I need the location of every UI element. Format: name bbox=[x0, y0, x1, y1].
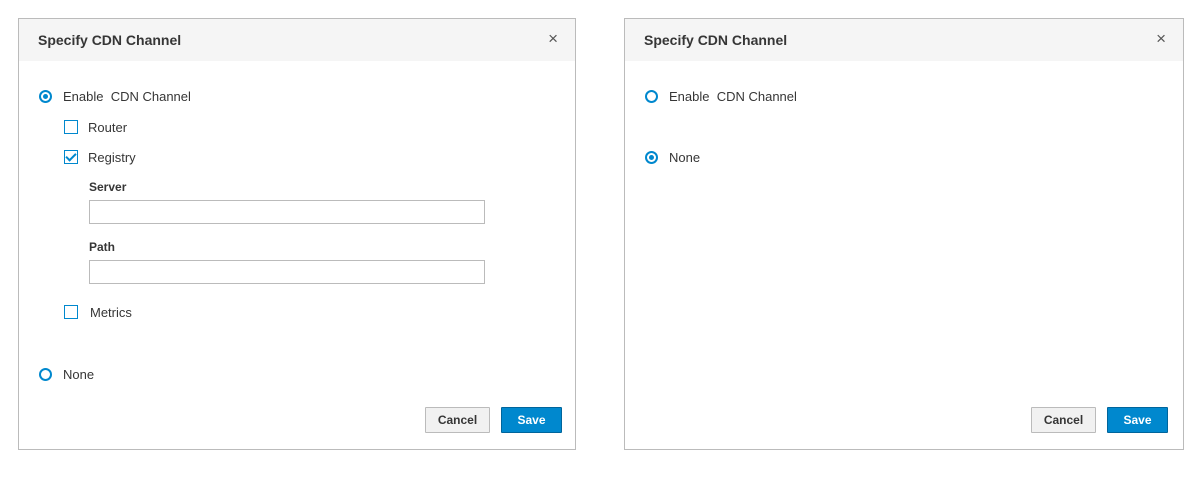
dialog-header: Specify CDN Channel × bbox=[625, 19, 1183, 61]
close-icon[interactable]: × bbox=[548, 30, 558, 47]
save-button[interactable]: Save bbox=[1107, 407, 1168, 433]
metrics-label[interactable]: Metrics bbox=[90, 305, 132, 320]
none-label[interactable]: None bbox=[669, 150, 700, 165]
dialog-title: Specify CDN Channel bbox=[644, 32, 788, 48]
none-radio[interactable] bbox=[39, 368, 52, 381]
server-label: Server bbox=[89, 180, 127, 194]
enable-cdn-label[interactable]: Enable CDN Channel bbox=[63, 89, 191, 104]
none-radio[interactable] bbox=[645, 151, 658, 164]
none-label[interactable]: None bbox=[63, 367, 94, 382]
metrics-checkbox[interactable] bbox=[64, 305, 78, 319]
close-icon[interactable]: × bbox=[1156, 30, 1166, 47]
cancel-button[interactable]: Cancel bbox=[425, 407, 490, 433]
dialog-header: Specify CDN Channel × bbox=[19, 19, 575, 61]
enable-cdn-radio[interactable] bbox=[645, 90, 658, 103]
cancel-button[interactable]: Cancel bbox=[1031, 407, 1096, 433]
enable-cdn-label[interactable]: Enable CDN Channel bbox=[669, 89, 797, 104]
registry-checkbox[interactable] bbox=[64, 150, 78, 164]
cdn-channel-dialog-none: Specify CDN Channel × Enable CDN Channel… bbox=[624, 18, 1184, 450]
save-button[interactable]: Save bbox=[501, 407, 562, 433]
registry-label[interactable]: Registry bbox=[88, 150, 136, 165]
router-label[interactable]: Router bbox=[88, 120, 127, 135]
cdn-channel-dialog-enabled: Specify CDN Channel × Enable CDN Channel… bbox=[18, 18, 576, 450]
path-input[interactable] bbox=[89, 260, 485, 284]
server-input[interactable] bbox=[89, 200, 485, 224]
path-label: Path bbox=[89, 240, 116, 254]
router-checkbox[interactable] bbox=[64, 120, 78, 134]
enable-cdn-radio[interactable] bbox=[39, 90, 52, 103]
dialog-title: Specify CDN Channel bbox=[38, 32, 182, 48]
